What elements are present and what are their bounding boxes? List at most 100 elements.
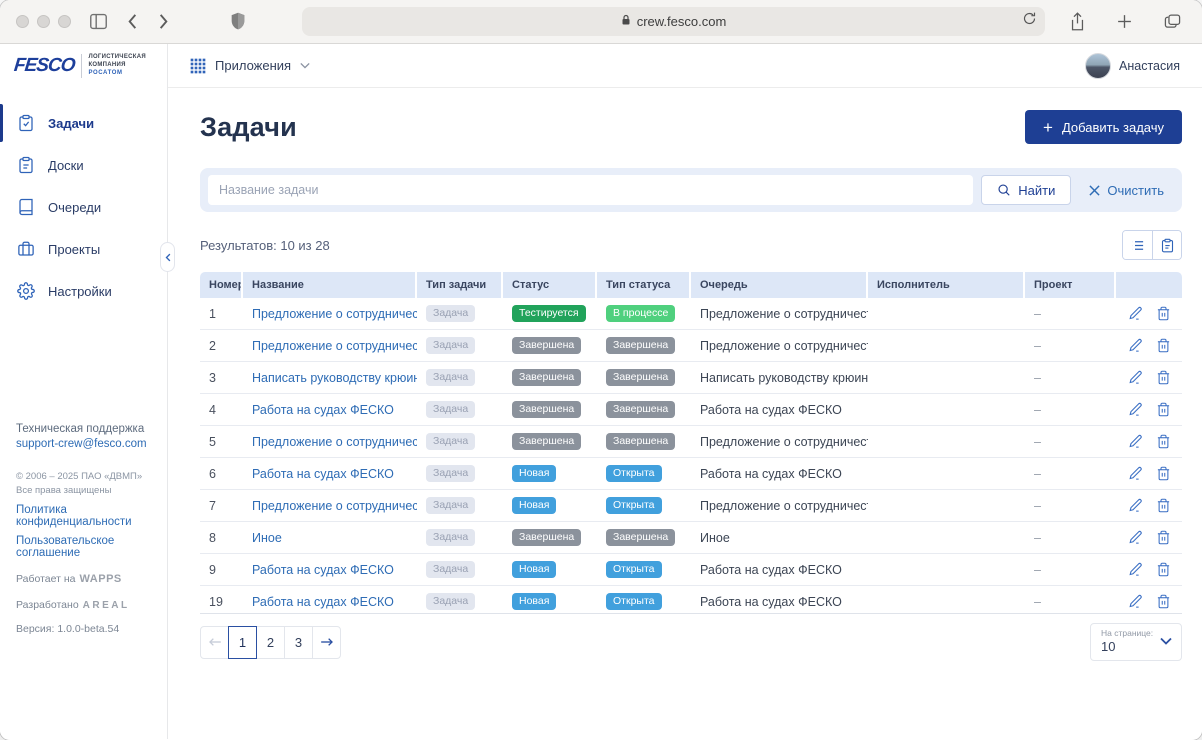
status-badge: Тестируется (512, 305, 586, 323)
edit-icon[interactable] (1128, 594, 1143, 609)
per-page-select[interactable]: На странице: 10 (1090, 623, 1182, 661)
back-button[interactable] (122, 9, 143, 34)
browser-toolbar: crew.fesco.com (0, 0, 1202, 44)
table-row[interactable]: 1 Предложение о сотрудничестве Задача Те… (200, 298, 1182, 330)
sidebar-toggle-icon[interactable] (85, 9, 112, 34)
sidebar-item-settings[interactable]: Настройки (0, 270, 167, 312)
list-view-button[interactable] (1123, 231, 1152, 259)
edit-icon[interactable] (1128, 370, 1143, 385)
status-badge: Новая (512, 497, 556, 515)
logo-rosatom: РОСАТОМ (88, 70, 146, 78)
board-view-button[interactable] (1152, 231, 1181, 259)
delete-icon[interactable] (1156, 338, 1171, 353)
delete-icon[interactable] (1156, 402, 1171, 417)
prev-page-button[interactable] (200, 626, 229, 659)
edit-icon[interactable] (1128, 498, 1143, 513)
task-name-link[interactable]: Предложение о сотрудничестве (252, 499, 417, 513)
cell-number: 1 (200, 307, 243, 321)
page-button-2[interactable]: 2 (256, 626, 285, 659)
sidebar-item-tasks[interactable]: Задачи (0, 102, 167, 144)
fesco-logo: FESCO ЛОГИСТИЧЕСКАЯ КОМПАНИЯ РОСАТОМ (0, 44, 167, 88)
table-row[interactable]: 7 Предложение о сотрудничестве Задача Но… (200, 490, 1182, 522)
sidebar-item-projects[interactable]: Проекты (0, 228, 167, 270)
task-type-badge: Задача (426, 401, 475, 419)
table-row[interactable]: 6 Работа на судах ФЕСКО Задача Новая Отк… (200, 458, 1182, 490)
delete-icon[interactable] (1156, 498, 1171, 513)
share-icon[interactable] (1065, 8, 1090, 36)
boards-icon (17, 156, 35, 174)
support-email-link[interactable]: support-crew@fesco.com (16, 438, 151, 450)
status-badge: Завершена (512, 337, 581, 355)
apps-menu-button[interactable]: Приложения (190, 58, 310, 74)
edit-icon[interactable] (1128, 338, 1143, 353)
task-name-link[interactable]: Работа на судах ФЕСКО (252, 563, 394, 577)
table-row[interactable]: 9 Работа на судах ФЕСКО Задача Новая Отк… (200, 554, 1182, 586)
search-input[interactable] (208, 175, 973, 205)
task-name-link[interactable]: Работа на судах ФЕСКО (252, 403, 394, 417)
close-icon (1089, 185, 1100, 196)
task-type-badge: Задача (426, 529, 475, 547)
task-name-link[interactable]: Работа на судах ФЕСКО (252, 595, 394, 609)
results-summary: Результатов: 10 из 28 (200, 238, 330, 253)
forward-button[interactable] (153, 9, 174, 34)
user-menu[interactable]: Анастасия (1085, 53, 1180, 79)
task-name-link[interactable]: Работа на судах ФЕСКО (252, 467, 394, 481)
delete-icon[interactable] (1156, 530, 1171, 545)
cell-number: 6 (200, 467, 243, 481)
delete-icon[interactable] (1156, 306, 1171, 321)
minimize-window-button[interactable] (37, 15, 50, 28)
delete-icon[interactable] (1156, 594, 1171, 609)
privacy-policy-link[interactable]: Политика конфиденциальности (16, 504, 151, 528)
task-type-badge: Задача (426, 497, 475, 515)
cell-queue: Предложение о сотрудничестве (691, 339, 868, 353)
task-name-link[interactable]: Предложение о сотрудничестве (252, 339, 417, 353)
tab-overview-icon[interactable] (1159, 9, 1186, 34)
cell-number: 2 (200, 339, 243, 353)
edit-icon[interactable] (1128, 562, 1143, 577)
edit-icon[interactable] (1128, 306, 1143, 321)
sidebar-item-boards[interactable]: Доски (0, 144, 167, 186)
page-button-1[interactable]: 1 (228, 626, 257, 659)
delete-icon[interactable] (1156, 466, 1171, 481)
column-header: Статус (503, 272, 597, 298)
sidebar-collapse-button[interactable] (160, 242, 175, 272)
delete-icon[interactable] (1156, 370, 1171, 385)
status-type-badge: Завершена (606, 529, 675, 547)
copyright-text: © 2006 – 2025 ПАО «ДВМП» Все права защищ… (16, 470, 151, 497)
reload-button[interactable] (1022, 10, 1037, 30)
new-tab-icon[interactable] (1112, 9, 1137, 34)
app-version: Версия: 1.0.0-beta.54 (16, 623, 151, 635)
clear-button[interactable]: Очистить (1079, 175, 1174, 205)
find-button[interactable]: Найти (981, 175, 1071, 205)
cell-project: – (1025, 307, 1116, 321)
next-page-button[interactable] (312, 626, 341, 659)
column-header: Номер (200, 272, 243, 298)
table-row[interactable]: 4 Работа на судах ФЕСКО Задача Завершена… (200, 394, 1182, 426)
delete-icon[interactable] (1156, 434, 1171, 449)
task-name-link[interactable]: Предложение о сотрудничестве (252, 435, 417, 449)
cell-queue: Работа на судах ФЕСКО (691, 563, 868, 577)
page-button-3[interactable]: 3 (284, 626, 313, 659)
table-row[interactable]: 19 Работа на судах ФЕСКО Задача Новая От… (200, 586, 1182, 614)
edit-icon[interactable] (1128, 402, 1143, 417)
tasks-table: НомерНазваниеТип задачиСтатусТип статуса… (200, 272, 1182, 614)
edit-icon[interactable] (1128, 434, 1143, 449)
close-window-button[interactable] (16, 15, 29, 28)
privacy-shield-icon[interactable] (226, 8, 250, 35)
task-name-link[interactable]: Иное (252, 531, 282, 545)
edit-icon[interactable] (1128, 466, 1143, 481)
table-row[interactable]: 3 Написать руководству крюинга Задача За… (200, 362, 1182, 394)
address-bar[interactable]: crew.fesco.com (302, 7, 1045, 36)
maximize-window-button[interactable] (58, 15, 71, 28)
table-row[interactable]: 8 Иное Задача Завершена Завершена Иное – (200, 522, 1182, 554)
add-task-button[interactable]: + Добавить задачу (1025, 110, 1182, 144)
terms-link[interactable]: Пользовательское соглашение (16, 535, 151, 559)
column-header (1116, 272, 1182, 298)
task-name-link[interactable]: Написать руководству крюинга (252, 371, 417, 385)
edit-icon[interactable] (1128, 530, 1143, 545)
task-name-link[interactable]: Предложение о сотрудничестве (252, 307, 417, 321)
table-row[interactable]: 2 Предложение о сотрудничестве Задача За… (200, 330, 1182, 362)
table-row[interactable]: 5 Предложение о сотрудничестве Задача За… (200, 426, 1182, 458)
sidebar-item-queues[interactable]: Очереди (0, 186, 167, 228)
delete-icon[interactable] (1156, 562, 1171, 577)
